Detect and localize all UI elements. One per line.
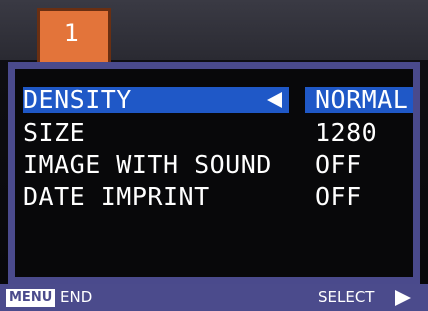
end-label: END: [60, 288, 93, 306]
menu-item-label: IMAGE WITH SOUND: [23, 150, 272, 179]
menu-item-size[interactable]: SIZE 1280: [23, 118, 403, 148]
menu-item-label: DENSITY: [23, 85, 132, 114]
left-arrow-icon: [267, 92, 282, 108]
tab-number: 1: [64, 19, 80, 47]
menu-item-value: 1280: [315, 118, 378, 147]
menu-item-image-with-sound[interactable]: IMAGE WITH SOUND OFF: [23, 150, 403, 180]
menu-item-value: NORMAL: [315, 85, 409, 114]
camera-menu-screen: 1 DENSITY NORMAL SIZE 1280 IMAGE WITH SO…: [0, 0, 428, 311]
tab-strip: 1: [0, 0, 428, 70]
menu-item-value: OFF: [315, 150, 362, 179]
right-arrow-icon[interactable]: [395, 290, 411, 306]
menu-item-density[interactable]: DENSITY NORMAL: [23, 85, 413, 115]
footer-bar: MENU END SELECT: [0, 284, 428, 311]
menu-item-label: DATE IMPRINT: [23, 182, 210, 211]
menu-item-date-imprint[interactable]: DATE IMPRINT OFF: [23, 182, 403, 212]
tab-1[interactable]: 1: [37, 8, 111, 70]
menu-button[interactable]: MENU: [6, 289, 56, 307]
menu-item-label: SIZE: [23, 118, 86, 147]
select-label: SELECT: [318, 288, 375, 306]
menu-item-value: OFF: [315, 182, 362, 211]
